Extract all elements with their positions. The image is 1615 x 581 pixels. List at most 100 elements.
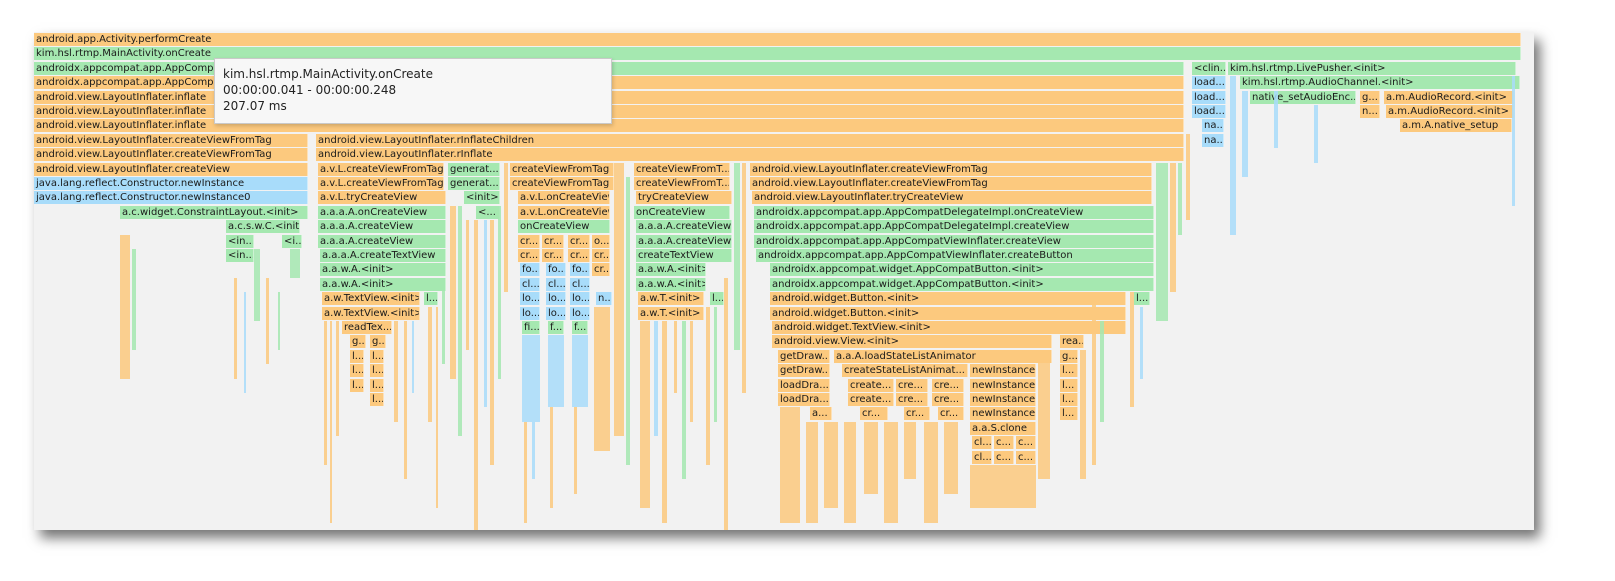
flame-frame[interactable]: <in...: [226, 234, 254, 248]
flame-frame[interactable]: a.a.w.A.<init>: [636, 263, 706, 277]
flame-frame[interactable]: kim.hsl.rtmp.LivePusher.<init>: [1228, 61, 1516, 75]
flame-frame-sliver[interactable]: [404, 321, 407, 480]
flame-frame-sliver[interactable]: [1038, 349, 1050, 480]
flame-frame-sliver[interactable]: [1230, 76, 1236, 235]
flame-frame[interactable]: f...: [572, 321, 588, 334]
flame-frame[interactable]: java.lang.reflect.Constructor.newInstanc…: [34, 191, 308, 205]
flame-frame[interactable]: fo...: [520, 263, 540, 277]
flame-frame-sliver[interactable]: [254, 249, 260, 321]
flame-frame-sliver[interactable]: [1140, 306, 1143, 379]
flame-frame[interactable]: createViewFromTag: [510, 162, 614, 176]
flame-frame[interactable]: android.view.LayoutInflater.createView: [34, 162, 308, 176]
flame-frame[interactable]: a.a.w.A.<init>: [320, 263, 446, 277]
flame-frame-sliver[interactable]: [524, 421, 527, 523]
flame-frame[interactable]: android.view.LayoutInflater.createViewFr…: [34, 133, 308, 147]
flame-frame-sliver[interactable]: [1242, 90, 1248, 177]
flame-frame[interactable]: g...: [1360, 90, 1380, 104]
flame-frame[interactable]: l...: [424, 292, 438, 306]
flame-frame[interactable]: android.app.Activity.performCreate: [34, 33, 1521, 46]
flame-frame[interactable]: a.a.A.loadStateListAnimator: [834, 349, 1052, 363]
flame-frame-sliver[interactable]: [944, 421, 958, 494]
flame-frame-sliver[interactable]: [498, 205, 501, 379]
flame-frame[interactable]: cr...: [542, 249, 564, 262]
flame-frame[interactable]: a.w.T.<init>: [638, 306, 704, 320]
flame-frame[interactable]: a.m.AudioRecord.<init>: [1384, 90, 1514, 104]
flame-frame-sliver[interactable]: [290, 249, 300, 278]
flame-frame-sliver[interactable]: [1170, 162, 1176, 293]
flame-frame[interactable]: cl...: [972, 436, 992, 450]
flame-frame[interactable]: tryCreateView: [636, 191, 732, 205]
flame-frame[interactable]: cl...: [546, 277, 566, 291]
flame-frame[interactable]: lo...: [546, 292, 566, 306]
flame-frame-sliver[interactable]: [466, 220, 469, 350]
flame-frame[interactable]: createViewFromT...: [634, 162, 730, 176]
flame-frame[interactable]: lo...: [570, 306, 590, 320]
flame-frame[interactable]: a.a.a.A.createTextView: [320, 249, 446, 262]
flame-frame[interactable]: androidx.appcompat.app.AppCompatDelegate…: [754, 205, 1154, 219]
flame-frame-sliver[interactable]: [904, 421, 916, 480]
flame-frame[interactable]: g...: [350, 335, 366, 349]
flame-frame[interactable]: cr...: [592, 249, 610, 262]
flame-frame-sliver[interactable]: [484, 220, 487, 408]
flame-frame-sliver[interactable]: [806, 421, 818, 523]
flame-frame[interactable]: c...: [994, 450, 1014, 464]
flame-frame[interactable]: l...: [370, 378, 384, 392]
flame-frame-sliver[interactable]: [682, 321, 686, 480]
flame-frame-sliver[interactable]: [458, 205, 462, 437]
flame-frame[interactable]: a.a.w.A.<init>: [320, 277, 446, 291]
flame-frame[interactable]: android.view.LayoutInflater.tryCreateVie…: [752, 191, 1152, 205]
flame-frame[interactable]: getDraw...: [778, 349, 830, 363]
flame-frame[interactable]: a.m.AudioRecord.<init>: [1386, 105, 1514, 118]
flame-frame[interactable]: fi...: [522, 321, 540, 334]
flame-frame[interactable]: cr...: [904, 407, 930, 421]
flame-frame[interactable]: newInstance: [970, 393, 1036, 406]
flame-frame-sliver[interactable]: [504, 162, 508, 293]
flame-frame[interactable]: native_setAudioEnc...: [1250, 90, 1356, 104]
flame-frame-sliver[interactable]: [724, 277, 728, 530]
flame-frame-sliver[interactable]: [548, 335, 564, 408]
flame-frame[interactable]: load...: [1192, 105, 1226, 118]
flame-frame[interactable]: n...: [1360, 105, 1380, 118]
flame-frame[interactable]: cl...: [570, 277, 590, 291]
flame-frame[interactable]: a.a.S.clone: [970, 421, 1036, 435]
flame-frame[interactable]: android.widget.Button.<init>: [770, 306, 1126, 320]
flame-frame[interactable]: l...: [370, 349, 384, 363]
flame-frame[interactable]: l...: [370, 393, 384, 406]
flame-frame-sliver[interactable]: [1100, 321, 1104, 422]
flame-frame[interactable]: l...: [1060, 407, 1078, 421]
flame-frame[interactable]: createViewFromT...: [634, 177, 730, 190]
flame-frame[interactable]: c...: [994, 436, 1014, 450]
flame-frame-sliver[interactable]: [428, 306, 432, 422]
flame-frame[interactable]: l...: [350, 378, 364, 392]
flame-frame[interactable]: <clin...: [1192, 61, 1226, 75]
flame-frame[interactable]: android.view.LayoutInflater.rInflateChil…: [316, 133, 1184, 147]
flame-frame[interactable]: g...: [370, 335, 386, 349]
flame-frame[interactable]: l...: [350, 349, 364, 363]
flame-frame[interactable]: androidx.appcompat.app.AppCompatDelegate…: [754, 220, 1154, 234]
flame-frame[interactable]: android.view.LayoutInflater.createViewFr…: [750, 177, 1152, 190]
flame-frame[interactable]: android.widget.TextView.<init>: [772, 321, 1126, 334]
flame-frame-sliver[interactable]: [244, 292, 246, 393]
flame-frame-sliver[interactable]: [490, 220, 494, 465]
flame-frame[interactable]: a.w.TextView.<init>: [322, 306, 420, 320]
flame-frame-sliver[interactable]: [132, 249, 136, 350]
flame-frame-sliver[interactable]: [1092, 292, 1096, 465]
flame-frame[interactable]: a.v.L.tryCreateView: [318, 191, 446, 205]
flame-frame[interactable]: createViewFromTag: [510, 177, 614, 190]
flame-frame[interactable]: createStateListAnimat...: [842, 364, 968, 378]
flame-frame[interactable]: cre...: [932, 393, 964, 406]
flame-frame-sliver[interactable]: [1130, 292, 1134, 408]
flame-frame-sliver[interactable]: [278, 292, 280, 350]
flame-frame[interactable]: android.view.LayoutInflater.createViewFr…: [34, 148, 308, 162]
flame-frame-sliver[interactable]: [336, 321, 339, 437]
flame-frame[interactable]: fo...: [570, 263, 590, 277]
flame-frame[interactable]: cr...: [542, 234, 564, 248]
flame-frame[interactable]: cl...: [520, 277, 540, 291]
flame-frame[interactable]: <i...: [282, 234, 302, 248]
flame-frame[interactable]: a.w.T.<init>: [638, 292, 704, 306]
flame-frame[interactable]: c...: [1016, 436, 1036, 450]
flame-frame-sliver[interactable]: [532, 421, 535, 480]
flame-frame[interactable]: android.widget.Button.<init>: [770, 292, 1126, 306]
flame-frame[interactable]: n...: [596, 292, 612, 306]
flame-frame[interactable]: loadDra...: [778, 393, 830, 406]
